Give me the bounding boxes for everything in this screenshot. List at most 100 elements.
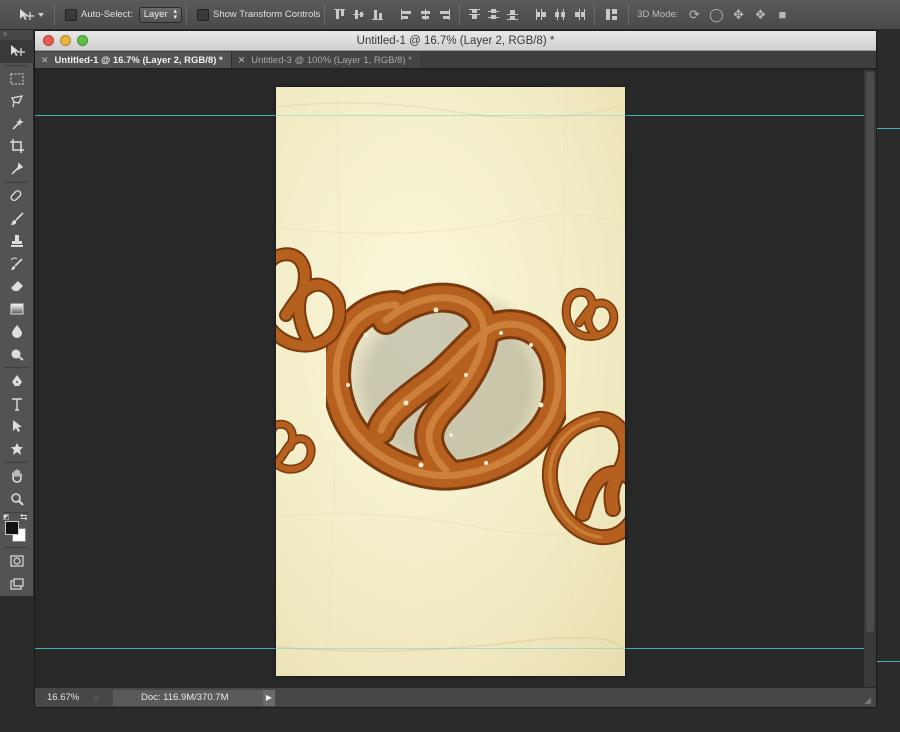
screen-mode-button[interactable]	[0, 573, 34, 596]
gradient-icon	[10, 303, 24, 315]
distribute-top-icon[interactable]	[468, 8, 481, 21]
align-right-edges-icon[interactable]	[438, 8, 451, 21]
rectangular-marquee-tool[interactable]	[0, 68, 34, 91]
tab-untitled-3[interactable]: ✕ Untitled-3 @ 100% (Layer 1, RGB/8) *	[230, 52, 420, 68]
healing-brush-tool[interactable]	[0, 185, 34, 208]
brush-tool[interactable]	[0, 208, 34, 231]
crop-tool[interactable]	[0, 135, 34, 158]
chevron-down-icon	[38, 12, 44, 17]
close-tab-icon[interactable]: ✕	[238, 55, 246, 66]
separator	[594, 4, 596, 25]
align-bottom-edges-icon[interactable]	[371, 8, 384, 21]
maximize-window-button[interactable]	[77, 35, 88, 46]
show-transform-checkbox[interactable]	[197, 8, 210, 21]
hand-icon	[12, 469, 22, 484]
align-horizontal-centers-icon[interactable]	[419, 8, 432, 21]
show-transform-label: Show Transform Controls	[213, 9, 321, 20]
vertical-scrollbar[interactable]	[864, 70, 876, 689]
document-tab-bar: ✕ Untitled-1 @ 16.7% (Layer 2, RGB/8) * …	[35, 51, 876, 69]
quick-mask-icon	[10, 555, 24, 567]
type-icon	[12, 398, 22, 411]
separator	[186, 4, 188, 25]
horizontal-guide[interactable]	[276, 648, 625, 649]
distribute-right-icon[interactable]	[573, 8, 586, 21]
move-tool[interactable]	[0, 40, 34, 63]
horizontal-guide[interactable]	[276, 115, 625, 116]
eyedropper-tool[interactable]	[0, 158, 34, 181]
hand-tool[interactable]	[0, 465, 34, 488]
pretzel-image-bottom-right	[541, 410, 625, 546]
auto-select-dropdown[interactable]: Layer ▴ ▾	[138, 6, 183, 23]
align-top-edges-icon[interactable]	[333, 8, 346, 21]
pen-tool[interactable]	[0, 370, 34, 393]
screen-mode-icon	[10, 578, 24, 590]
lasso-tool[interactable]	[0, 90, 34, 113]
distribute-buttons	[464, 8, 590, 21]
doc-size-label: Doc: 116.9M/370.7M	[141, 692, 229, 703]
align-left-edges-icon[interactable]	[400, 8, 413, 21]
zoom-level-field[interactable]: 16.67%	[35, 692, 87, 703]
close-tab-icon[interactable]: ✕	[41, 55, 49, 66]
minimize-window-button[interactable]	[60, 35, 71, 46]
3d-scale-icon[interactable]: ■	[774, 7, 790, 23]
panel-collapse-grip[interactable]: »	[0, 30, 33, 40]
divider	[4, 182, 29, 183]
window-title: Untitled-1 @ 16.7% (Layer 2, RGB/8) *	[356, 34, 555, 47]
3d-orbit-icon[interactable]: ⟳	[686, 7, 702, 23]
dodge-tool[interactable]	[0, 343, 34, 366]
distribute-bottom-icon[interactable]	[506, 8, 519, 21]
history-brush-tool[interactable]	[0, 253, 34, 276]
canvas-area[interactable]	[35, 70, 876, 689]
dodge-icon	[11, 349, 24, 361]
tool-preset-picker[interactable]	[0, 8, 50, 22]
eraser-icon	[11, 281, 23, 292]
resize-grip-icon[interactable]: ◢	[864, 695, 874, 705]
document-canvas[interactable]	[276, 87, 625, 676]
export-status-icon[interactable]: ◌	[87, 691, 105, 705]
divider	[4, 547, 29, 548]
eyedropper-icon	[11, 162, 24, 175]
clone-stamp-icon	[11, 235, 23, 248]
pretzel-image-small-right	[561, 287, 619, 341]
3d-mode-label: 3D Mode:	[637, 9, 679, 20]
move-tool-icon	[20, 8, 34, 20]
divider	[4, 462, 29, 463]
options-bar: Auto-Select: Layer ▴ ▾ Show Transform Con…	[0, 0, 900, 30]
pen-icon	[12, 375, 22, 387]
crop-icon	[10, 139, 24, 154]
clone-stamp-tool[interactable]	[0, 230, 34, 253]
eraser-tool[interactable]	[0, 275, 34, 298]
quick-mask-button[interactable]	[0, 550, 34, 573]
document-size-info[interactable]: Doc: 116.9M/370.7M	[113, 689, 263, 706]
blur-tool[interactable]	[0, 320, 34, 343]
3d-slide-icon[interactable]: ❖	[752, 7, 768, 23]
tab-untitled-1[interactable]: ✕ Untitled-1 @ 16.7% (Layer 2, RGB/8) *	[35, 52, 231, 68]
history-brush-icon	[10, 257, 23, 270]
gradient-tool[interactable]	[0, 298, 34, 321]
tools-panel: » ◩ ⇆	[0, 30, 34, 596]
distribute-vertical-centers-icon[interactable]	[487, 8, 500, 21]
3d-pan-icon[interactable]: ✥	[730, 7, 746, 23]
default-colors-icon[interactable]: ◩	[3, 513, 10, 521]
3d-roll-icon[interactable]: ◯	[708, 7, 724, 23]
magic-wand-tool[interactable]	[0, 113, 34, 136]
distribute-horizontal-centers-icon[interactable]	[554, 8, 567, 21]
zoom-tool[interactable]	[0, 488, 34, 511]
type-tool[interactable]	[0, 393, 34, 416]
separator	[54, 4, 55, 25]
path-selection-tool[interactable]	[0, 415, 34, 438]
pretzel-image-top-left	[276, 247, 346, 353]
swap-colors-icon[interactable]: ⇆	[20, 512, 28, 523]
align-vertical-centers-icon[interactable]	[352, 8, 365, 21]
foreground-color-swatch[interactable]	[5, 521, 19, 535]
custom-shape-tool[interactable]	[0, 438, 34, 461]
auto-select-checkbox[interactable]	[65, 8, 77, 21]
distribute-left-icon[interactable]	[535, 8, 548, 21]
status-menu-arrow-icon[interactable]: ▶	[263, 689, 275, 706]
document-window: Untitled-1 @ 16.7% (Layer 2, RGB/8) * ✕ …	[34, 30, 877, 708]
auto-align-layers-icon[interactable]	[605, 8, 618, 21]
zoom-icon	[11, 493, 24, 506]
close-window-button[interactable]	[43, 35, 54, 46]
window-title-bar[interactable]: Untitled-1 @ 16.7% (Layer 2, RGB/8) *	[35, 31, 876, 51]
horizontal-guide	[877, 128, 900, 129]
